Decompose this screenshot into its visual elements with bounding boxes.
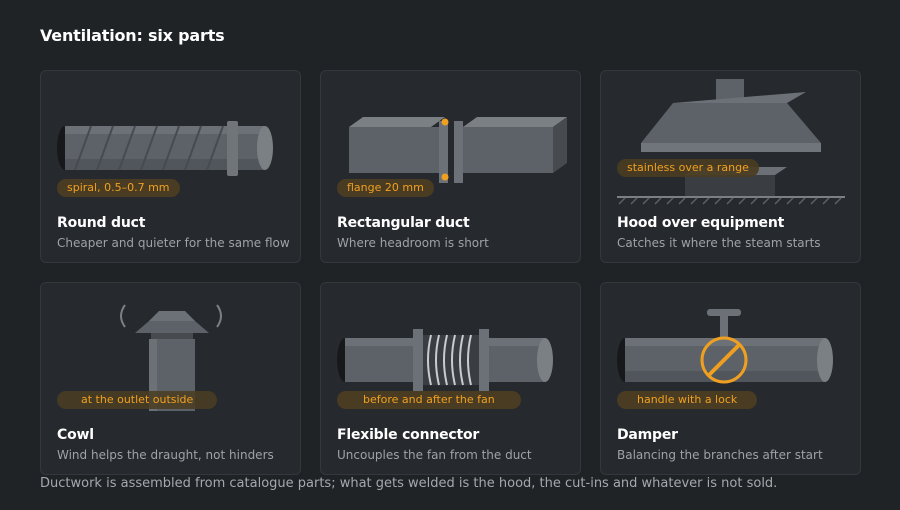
- tag-cowl: at the outlet outside: [57, 391, 218, 409]
- card-description: Balancing the branches after start: [617, 448, 823, 462]
- tag-rectangular-duct: flange 20 mm: [337, 179, 434, 197]
- card-description: Cheaper and quieter for the same flow: [57, 236, 290, 250]
- card-title: Damper: [617, 427, 678, 443]
- card-damper: handle with a lock Damper Balancing the …: [600, 282, 861, 475]
- hood-icon: [617, 79, 845, 205]
- tag-hood: stainless over a range: [617, 159, 759, 177]
- card-cowl: at the outlet outside Cowl Wind helps th…: [40, 282, 301, 475]
- card-title: Round duct: [57, 215, 146, 231]
- tag-flexible-connector: before and after the fan: [337, 391, 521, 409]
- card-title: Rectangular duct: [337, 215, 470, 231]
- page-title: Ventilation: six parts: [40, 26, 225, 45]
- card-rectangular-duct: flange 20 mm Rectangular duct Where head…: [320, 70, 581, 263]
- footnote: Ductwork is assembled from catalogue par…: [40, 476, 778, 491]
- tag-damper: handle with a lock: [617, 391, 758, 409]
- card-description: Wind helps the draught, not hinders: [57, 448, 274, 462]
- card-description: Where headroom is short: [337, 236, 489, 250]
- card-description: Uncouples the fan from the duct: [337, 448, 532, 462]
- card-title: Hood over equipment: [617, 215, 785, 231]
- card-hood: stainless over a range Hood over equipme…: [600, 70, 861, 263]
- card-title: Cowl: [57, 427, 94, 443]
- tag-round-duct: spiral, 0.5–0.7 mm: [57, 179, 180, 197]
- card-round-duct: spiral, 0.5–0.7 mm Round duct Cheaper an…: [40, 70, 301, 263]
- card-flexible-connector: before and after the fan Flexible connec…: [320, 282, 581, 475]
- card-title: Flexible connector: [337, 427, 480, 443]
- card-description: Catches it where the steam starts: [617, 236, 821, 250]
